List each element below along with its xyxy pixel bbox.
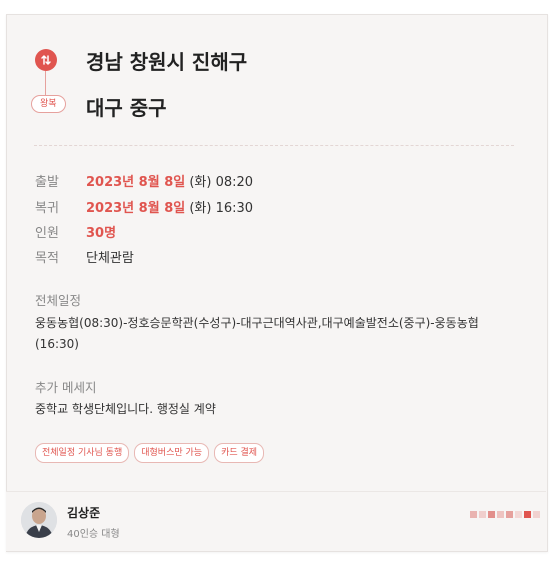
tag: 카드 결제 (214, 443, 265, 463)
passengers-label: 인원 (35, 226, 59, 241)
divider (34, 145, 514, 146)
departure-value: 2023년 8월 8일 (화) 08:20 (86, 175, 254, 190)
swap-vertical-icon (35, 49, 57, 71)
return-label: 복귀 (35, 201, 59, 216)
passengers-value: 30명 (86, 226, 117, 241)
purpose-label: 목적 (35, 251, 59, 266)
departure-label: 출발 (35, 175, 59, 190)
message-title: 추가 메세지 (35, 380, 97, 395)
message-text: 중학교 학생단체입니다. 행정실 계약 (35, 402, 216, 416)
purpose-value: 단체관람 (86, 251, 134, 266)
destination-title: 대구 중구 (86, 96, 167, 120)
driver-vehicle-info: 40인승 대형 (67, 529, 120, 540)
tag-list: 전체일정 기사님 동행 대형버스만 가능 카드 결제 (35, 443, 265, 463)
return-value: 2023년 8월 8일 (화) 16:30 (86, 201, 254, 216)
price-blurred (470, 511, 540, 518)
trip-type-badge: 왕복 (31, 95, 66, 113)
tag: 대형버스만 가능 (134, 443, 210, 463)
itinerary-title: 전체일정 (35, 293, 82, 308)
driver-avatar[interactable] (21, 502, 57, 538)
route-connector (45, 71, 46, 95)
driver-bar[interactable]: 김상준 40인승 대형 (0, 491, 554, 563)
driver-name: 김상준 (67, 506, 101, 520)
tag: 전체일정 기사님 동행 (35, 443, 130, 463)
itinerary-text: 웅동농협(08:30)-정호승문학관(수성구)-대구근대역사관,대구예술발전소(… (35, 316, 479, 351)
origin-title: 경남 창원시 진해구 (86, 50, 248, 74)
driver-bar-bg (6, 491, 546, 551)
